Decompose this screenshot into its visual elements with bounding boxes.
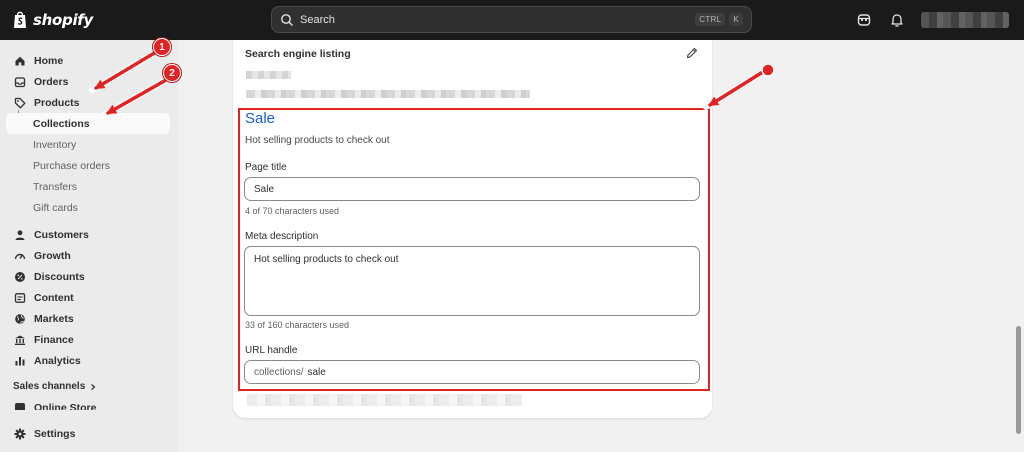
sidebar-item-products[interactable]: Products	[6, 92, 170, 113]
home-icon	[15, 56, 25, 65]
sidebar-item-orders[interactable]: Orders	[6, 71, 170, 92]
sidebar-item-label: Finance	[34, 333, 74, 346]
top-bar: shopify CTRL K	[0, 0, 1024, 40]
store-icon	[15, 403, 25, 410]
sidebar-item-settings[interactable]: Settings	[6, 423, 170, 444]
card-title: Search engine listing	[245, 48, 351, 60]
sidebar-item-label: Growth	[34, 249, 71, 262]
sidebar-item-label: Discounts	[34, 270, 85, 283]
person-icon	[15, 229, 25, 240]
sidebar-item-markets[interactable]: Markets	[6, 308, 170, 329]
sidebar-item-label: Orders	[34, 75, 69, 88]
gear-icon	[14, 428, 26, 439]
sidebar-item-label: Content	[34, 291, 74, 304]
search-bar[interactable]: CTRL K	[271, 6, 752, 33]
sidebar-item-label: Settings	[34, 427, 76, 440]
page-title-label: Page title	[245, 162, 287, 173]
meta-description-label: Meta description	[245, 231, 319, 242]
sidebar-item-label: Analytics	[34, 354, 81, 367]
bank-icon	[15, 335, 25, 345]
gauge-icon	[14, 253, 26, 259]
sidebar-item-label: Inventory	[33, 138, 77, 151]
shortcut-k: K	[729, 13, 743, 26]
sidebar-item-transfers[interactable]: Transfers	[6, 176, 170, 197]
sidebar-item-discounts[interactable]: Discounts	[6, 266, 170, 287]
meta-description-textarea[interactable]: Hot selling products to check out	[244, 246, 700, 316]
sidebar-item-gift-cards[interactable]: Gift cards	[6, 197, 170, 218]
bell-icon[interactable]	[889, 12, 905, 28]
sidebar-item-label: Gift cards	[33, 201, 78, 214]
url-handle-field[interactable]: collections/	[244, 360, 700, 384]
arrow-3	[708, 68, 768, 107]
pencil-icon[interactable]	[685, 46, 699, 60]
page-title-input[interactable]	[244, 177, 700, 201]
sidebar-item-content[interactable]: Content	[6, 287, 170, 308]
sidebar-item-online-store[interactable]: Online Store	[14, 402, 96, 410]
sidebar-item-label: Purchase orders	[33, 159, 111, 172]
url-prefix: collections/	[254, 366, 304, 378]
sidebar-item-home[interactable]: Home	[6, 50, 170, 71]
sidebar-item-collections[interactable]: Collections	[6, 113, 170, 134]
shortcut-ctrl: CTRL	[695, 13, 726, 26]
seo-preview-description: Hot selling products to check out	[245, 135, 390, 146]
store-sidekick-icon[interactable]	[856, 12, 872, 28]
redacted-store-name	[246, 71, 291, 79]
page-title-char-count: 4 of 70 characters used	[245, 206, 340, 216]
step-badge-2: 2	[163, 64, 181, 82]
sales-channels-header[interactable]: Sales channels	[13, 381, 97, 392]
sidebar-item-inventory[interactable]: Inventory	[6, 134, 170, 155]
sidebar-item-purchase-orders[interactable]: Purchase orders	[6, 155, 170, 176]
arrow-3-origin	[761, 63, 775, 77]
logo-text: shopify	[33, 10, 93, 29]
sidebar-item-label: Customers	[34, 228, 89, 241]
sidebar-item-label: Collections	[33, 117, 90, 130]
search-input[interactable]	[300, 13, 692, 26]
bar-chart-icon	[15, 356, 25, 365]
search-engine-listing-card: Search engine listing Sale Hot selling p…	[233, 40, 712, 418]
tag-icon	[14, 97, 26, 108]
sidebar-item-finance[interactable]: Finance	[6, 329, 170, 350]
seo-preview-title: Sale	[245, 110, 276, 127]
sidebar-item-analytics[interactable]: Analytics	[6, 350, 170, 371]
sidebar-item-label: Transfers	[33, 180, 77, 193]
globe-icon	[15, 313, 25, 324]
content-icon	[14, 292, 26, 303]
redacted-footer-text	[247, 394, 522, 406]
sidebar-item-label: Products	[34, 96, 80, 109]
shopify-logo[interactable]: shopify	[12, 10, 93, 29]
sidebar-item-label: Home	[34, 54, 64, 67]
sidebar-item-label: Markets	[34, 312, 74, 325]
url-handle-input[interactable]	[307, 366, 690, 378]
sales-channels-label: Sales channels	[13, 381, 86, 392]
sidebar-item-growth[interactable]: Growth	[6, 245, 170, 266]
redacted-store-url	[246, 90, 530, 98]
account-menu[interactable]	[921, 12, 1009, 28]
meta-description-char-count: 33 of 160 characters used	[245, 320, 350, 330]
search-icon	[281, 13, 293, 26]
chevron-right-icon	[91, 383, 96, 390]
scrollbar-thumb[interactable]	[1016, 326, 1021, 434]
inbox-icon	[14, 76, 26, 87]
shopify-bag-icon	[14, 11, 26, 28]
sidebar-item-label: Online Store	[34, 402, 97, 410]
step-badge-1: 1	[153, 38, 171, 56]
url-handle-label: URL handle	[245, 345, 298, 356]
discount-icon	[15, 271, 25, 282]
sidebar-item-customers[interactable]: Customers	[6, 224, 170, 245]
